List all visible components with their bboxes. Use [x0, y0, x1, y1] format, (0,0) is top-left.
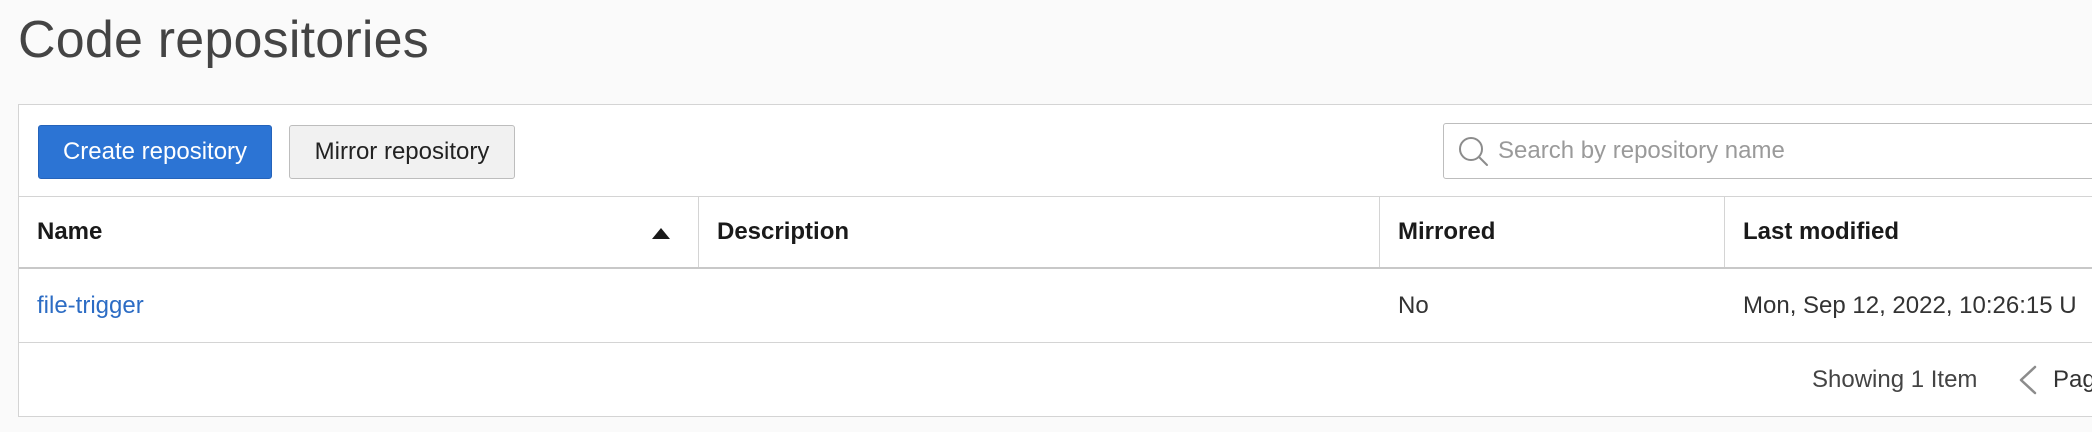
showing-count: Showing 1 Item [1812, 366, 1978, 393]
column-header-last-modified[interactable]: Last modified [1725, 197, 2092, 267]
create-repository-button[interactable]: Create repository [38, 125, 272, 179]
cell-mirrored: No [1398, 291, 1429, 319]
column-header-label: Last modified [1743, 218, 1900, 245]
column-header-mirrored[interactable]: Mirrored [1380, 197, 1725, 267]
column-header-label: Name [37, 218, 103, 245]
pagination-footer: Showing 1 Item Pag [19, 343, 2092, 417]
search-box[interactable] [1443, 123, 2092, 179]
search-icon [1459, 137, 1488, 166]
table-row: file-trigger No Mon, Sep 12, 2022, 10:26… [19, 269, 2092, 343]
column-header-description[interactable]: Description [699, 197, 1380, 267]
page-label: Pag [2053, 366, 2092, 393]
repository-link[interactable]: file-trigger [37, 292, 144, 320]
table-header: Name Description Mirrored Last modified [19, 197, 2092, 269]
sort-ascending-icon[interactable] [652, 228, 670, 239]
chevron-left-icon[interactable] [2017, 365, 2039, 395]
column-header-name[interactable]: Name [19, 197, 699, 267]
column-header-label: Description [717, 218, 850, 245]
column-header-label: Mirrored [1398, 218, 1496, 245]
mirror-repository-button[interactable]: Mirror repository [289, 125, 515, 179]
repositories-panel: Create repository Mirror repository Name… [18, 104, 2092, 417]
page-title: Code repositories [18, 11, 429, 69]
cell-name: file-trigger [37, 269, 144, 342]
search-input[interactable] [1498, 124, 2092, 178]
cell-last-modified: Mon, Sep 12, 2022, 10:26:15 U [1743, 291, 2077, 319]
